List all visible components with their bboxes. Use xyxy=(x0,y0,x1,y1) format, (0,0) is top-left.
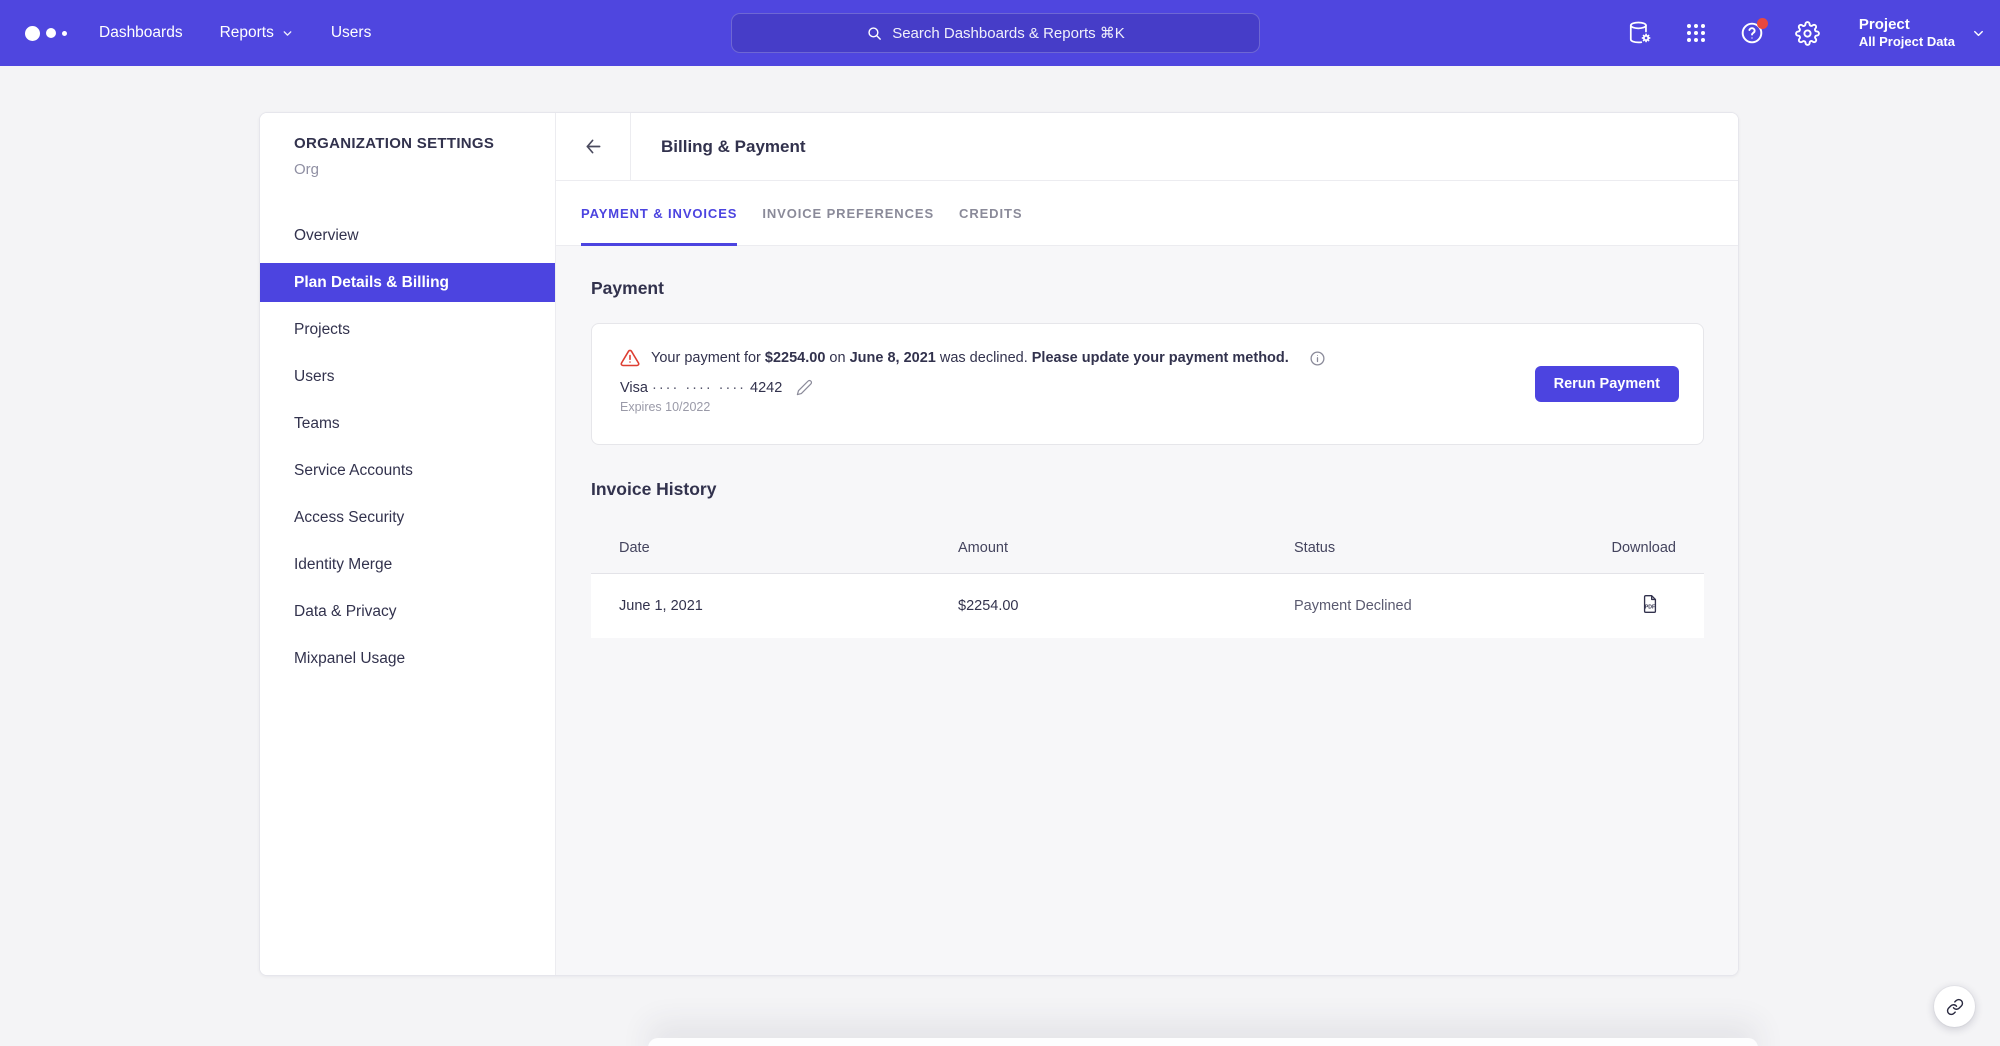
alert-triangle-icon xyxy=(620,348,640,368)
sidebar-item-label: Access Security xyxy=(294,509,404,527)
invoice-status: Payment Declined xyxy=(1294,598,1609,614)
chevron-down-icon xyxy=(1971,26,1986,41)
sidebar-item-plan-details-billing[interactable]: Plan Details & Billing xyxy=(260,263,555,302)
tab-label: PAYMENT & INVOICES xyxy=(581,206,737,221)
sidebar-item-overview[interactable]: Overview xyxy=(260,212,555,259)
project-switcher[interactable]: Project All Project Data xyxy=(1859,16,1986,51)
nav-link-dashboards[interactable]: Dashboards xyxy=(99,24,183,42)
project-label: Project xyxy=(1859,16,1955,35)
search-placeholder: Search Dashboards & Reports ⌘K xyxy=(892,24,1125,42)
info-icon[interactable] xyxy=(1309,350,1326,367)
sidebar-items: Overview Plan Details & Billing Projects… xyxy=(260,212,555,682)
nav-link-label: Reports xyxy=(220,24,274,42)
sidebar-item-mixpanel-usage[interactable]: Mixpanel Usage xyxy=(260,635,555,682)
search-icon xyxy=(866,25,883,42)
nav-link-users[interactable]: Users xyxy=(331,24,371,42)
invoice-table: Date Amount Status Download June 1, 2021… xyxy=(591,522,1704,638)
tab-label: CREDITS xyxy=(959,206,1022,221)
rerun-payment-button[interactable]: Rerun Payment xyxy=(1535,366,1679,402)
data-management-icon[interactable] xyxy=(1627,20,1653,46)
copy-link-button[interactable] xyxy=(1934,986,1975,1027)
sidebar-item-teams[interactable]: Teams xyxy=(260,400,555,447)
card-on-file: Visa ···· ···· ···· 4242 xyxy=(620,379,1675,396)
invoice-history-title: Invoice History xyxy=(591,479,1704,500)
tab-content: Payment Your payment for $2254.00 on Jun… xyxy=(556,246,1738,975)
col-status: Status xyxy=(1294,540,1609,556)
sidebar-item-label: Mixpanel Usage xyxy=(294,650,405,668)
edit-card-button[interactable] xyxy=(796,379,813,396)
warning-text: Your payment for $2254.00 on June 8, 202… xyxy=(651,350,1289,366)
search-input[interactable]: Search Dashboards & Reports ⌘K xyxy=(731,13,1260,53)
settings-card: ORGANIZATION SETTINGS Org Overview Plan … xyxy=(259,112,1739,976)
card-expiry: Expires 10/2022 xyxy=(620,400,1675,414)
pencil-icon xyxy=(796,379,813,396)
invoice-date: June 1, 2021 xyxy=(619,598,958,614)
update-method-text: Please update your payment method. xyxy=(1032,350,1289,366)
org-settings-sidebar: ORGANIZATION SETTINGS Org Overview Plan … xyxy=(260,113,556,975)
project-value: All Project Data xyxy=(1859,34,1955,50)
download-pdf-button[interactable]: PDF xyxy=(1640,594,1660,614)
top-navbar: Dashboards Reports Users Search Dashboar… xyxy=(0,0,2000,66)
arrow-left-icon xyxy=(583,136,604,157)
sidebar-item-label: Overview xyxy=(294,227,359,245)
svg-text:PDF: PDF xyxy=(1645,605,1655,611)
sidebar-title: ORGANIZATION SETTINGS xyxy=(260,135,555,152)
invoice-row: June 1, 2021 $2254.00 Payment Declined P… xyxy=(591,574,1704,638)
payment-section-title: Payment xyxy=(591,278,1704,299)
card-number: Visa ···· ···· ···· 4242 xyxy=(620,380,782,396)
notification-dot xyxy=(1757,18,1768,29)
declined-date: June 8, 2021 xyxy=(850,350,936,366)
settings-gear-icon[interactable] xyxy=(1795,20,1821,46)
col-amount: Amount xyxy=(958,540,1294,556)
sidebar-item-label: Users xyxy=(294,368,334,386)
tab-credits[interactable]: CREDITS xyxy=(959,181,1022,245)
back-button[interactable] xyxy=(556,113,631,180)
logo-dot xyxy=(46,28,56,38)
sidebar-item-service-accounts[interactable]: Service Accounts xyxy=(260,447,555,494)
screen: Dashboards Reports Users Search Dashboar… xyxy=(0,0,2000,1046)
tab-label: INVOICE PREFERENCES xyxy=(762,206,934,221)
bottom-panel-peek xyxy=(648,1038,1758,1046)
col-download: Download xyxy=(1609,540,1676,556)
nav-link-label: Users xyxy=(331,24,371,42)
payment-card: Your payment for $2254.00 on June 8, 202… xyxy=(591,323,1704,445)
invoice-amount: $2254.00 xyxy=(958,598,1294,614)
sidebar-item-users[interactable]: Users xyxy=(260,353,555,400)
page-title: Billing & Payment xyxy=(631,113,806,180)
sidebar-item-data-privacy[interactable]: Data & Privacy xyxy=(260,588,555,635)
mixpanel-logo-icon[interactable] xyxy=(25,26,71,41)
nav-link-label: Dashboards xyxy=(99,24,183,42)
pdf-file-icon: PDF xyxy=(1640,594,1660,614)
tab-invoice-preferences[interactable]: INVOICE PREFERENCES xyxy=(762,181,934,245)
sidebar-item-label: Projects xyxy=(294,321,350,339)
chain-link-icon xyxy=(1946,998,1964,1016)
sidebar-item-label: Identity Merge xyxy=(294,556,392,574)
tab-payment-invoices[interactable]: PAYMENT & INVOICES xyxy=(581,181,737,245)
nav-links: Dashboards Reports Users xyxy=(99,24,371,42)
sidebar-item-label: Teams xyxy=(294,415,340,433)
sidebar-item-projects[interactable]: Projects xyxy=(260,306,555,353)
org-name: Org xyxy=(260,161,555,178)
sidebar-item-access-security[interactable]: Access Security xyxy=(260,494,555,541)
col-date: Date xyxy=(619,540,958,556)
sidebar-item-label: Service Accounts xyxy=(294,462,413,480)
navbar-right-cluster: Project All Project Data xyxy=(1627,0,1986,66)
main-panel: Billing & Payment PAYMENT & INVOICES INV… xyxy=(556,113,1738,975)
sidebar-item-label: Data & Privacy xyxy=(294,603,397,621)
invoice-table-header: Date Amount Status Download xyxy=(591,522,1704,574)
declined-amount: $2254.00 xyxy=(765,350,825,366)
apps-grid-icon[interactable] xyxy=(1683,20,1709,46)
sidebar-item-label: Plan Details & Billing xyxy=(294,274,449,292)
tabs: PAYMENT & INVOICES INVOICE PREFERENCES C… xyxy=(556,181,1738,246)
sidebar-item-identity-merge[interactable]: Identity Merge xyxy=(260,541,555,588)
chevron-down-icon xyxy=(281,27,294,40)
page-header: Billing & Payment xyxy=(556,113,1738,181)
help-icon[interactable] xyxy=(1739,20,1765,46)
logo-dot xyxy=(25,26,40,41)
logo-dot xyxy=(62,31,67,36)
nav-link-reports[interactable]: Reports xyxy=(220,24,294,42)
payment-declined-warning: Your payment for $2254.00 on June 8, 202… xyxy=(620,348,1675,368)
